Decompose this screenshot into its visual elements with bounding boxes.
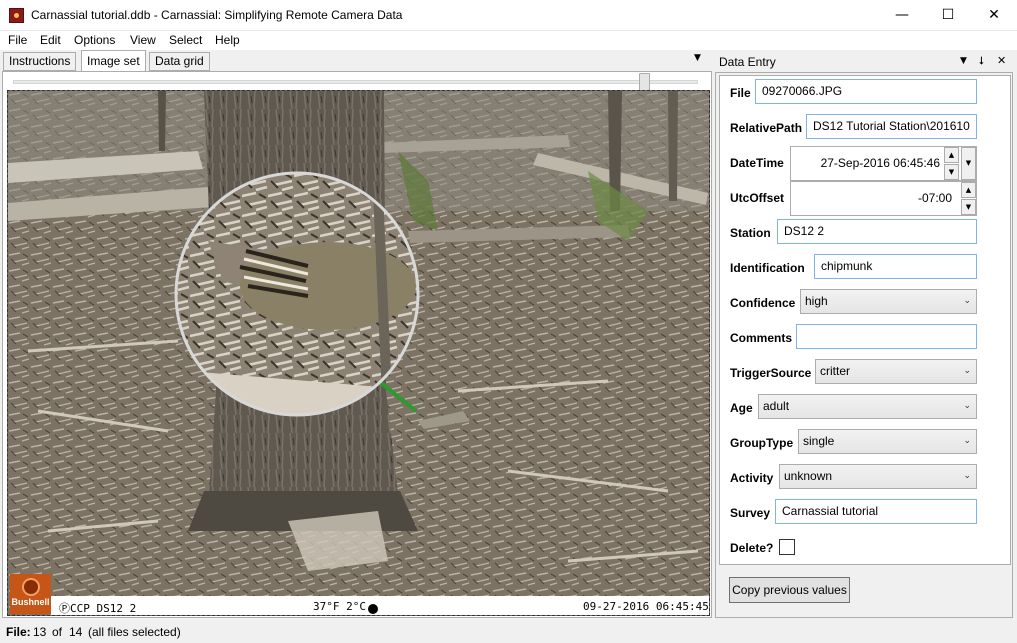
relative-path-label: RelativePath [730, 121, 803, 135]
data-entry-pane: File 09270066.JPG RelativePath DS12 Tuto… [715, 72, 1013, 618]
identification-field[interactable]: chipmunk [814, 254, 977, 279]
image-set-pane: Bushnell ⓅCCP DS12 2 37°F 2°C 09-27-2016… [2, 71, 712, 618]
tab-instructions[interactable]: Instructions [3, 52, 77, 71]
chevron-down-icon: ⌄ [963, 401, 971, 411]
data-entry-form: File 09270066.JPG RelativePath DS12 Tuto… [719, 75, 1011, 565]
confidence-label: Confidence [730, 296, 796, 310]
camera-id: ⓅCCP DS12 2 [59, 602, 137, 615]
chevron-down-icon: ⌄ [963, 366, 971, 376]
utc-offset-down-icon[interactable]: ▼ [961, 199, 976, 215]
camera-brand-logo: Bushnell [10, 574, 51, 614]
temperature: 37°F 2°C [313, 600, 378, 614]
copy-previous-values-button[interactable]: Copy previous values [729, 577, 850, 603]
data-entry-title: Data Entry [719, 55, 776, 69]
utc-offset-up-icon[interactable]: ▲ [961, 182, 976, 198]
station-label: Station [730, 226, 771, 240]
app-icon [9, 8, 24, 23]
menu-help[interactable]: Help [215, 33, 240, 47]
menu-bar: File Edit Options View Select Help [0, 31, 1017, 50]
title-bar: Carnassial tutorial.ddb - Carnassial: Si… [0, 0, 1017, 31]
camera-photo [8, 91, 709, 615]
status-current-file: 13 [33, 625, 47, 639]
age-label: Age [730, 401, 753, 415]
trigger-source-dropdown[interactable]: critter ⌄ [815, 359, 977, 384]
status-selection: (all files selected) [88, 625, 181, 639]
tab-data-grid[interactable]: Data grid [149, 52, 210, 71]
status-total-files: 14 [69, 625, 83, 639]
datetime-dropdown-icon[interactable]: ▼ [961, 147, 976, 180]
chevron-down-icon: ⌄ [963, 471, 971, 481]
relative-path-field[interactable]: DS12 Tutorial Station\201610 [806, 114, 977, 139]
chevron-down-icon: ⌄ [963, 436, 971, 446]
group-type-dropdown[interactable]: single ⌄ [798, 429, 977, 454]
age-dropdown[interactable]: adult ⌄ [758, 394, 977, 419]
chevron-down-icon: ⌄ [963, 296, 971, 306]
utc-offset-picker[interactable]: -07:00 ▲ ▼ [790, 181, 977, 216]
survey-field[interactable]: Carnassial tutorial [775, 499, 977, 524]
datetime-down-icon[interactable]: ▼ [944, 164, 959, 180]
datetime-picker[interactable]: 27-Sep-2016 06:45:46 ▲ ▼ ▼ [790, 146, 977, 181]
activity-label: Activity [730, 471, 774, 485]
comments-field[interactable] [796, 324, 977, 349]
utc-offset-label: UtcOffset [730, 191, 785, 205]
identification-label: Identification [730, 261, 805, 275]
confidence-dropdown[interactable]: high ⌄ [800, 289, 977, 314]
camera-image[interactable]: Bushnell ⓅCCP DS12 2 37°F 2°C 09-27-2016… [7, 90, 710, 616]
file-field[interactable]: 09270066.JPG [755, 79, 977, 104]
tab-image-set[interactable]: Image set [81, 50, 146, 72]
close-button[interactable]: ✕ [971, 0, 1017, 31]
menu-options[interactable]: Options [74, 33, 115, 47]
datetime-label: DateTime [730, 156, 784, 170]
panel-menu-icon[interactable]: ▼ [960, 56, 967, 66]
trigger-source-label: TriggerSource [730, 366, 812, 380]
data-entry-header: Data Entry ▼ ⭣ ✕ [715, 52, 1015, 72]
camera-timestamp: 09-27-2016 06:45:45 [583, 600, 709, 613]
menu-select[interactable]: Select [169, 33, 202, 47]
survey-label: Survey [730, 506, 771, 520]
delete-label: Delete? [730, 541, 774, 555]
minimize-button[interactable]: — [879, 0, 925, 31]
maximize-button[interactable]: ☐ [925, 0, 971, 31]
status-file-label: File: [6, 625, 31, 639]
window-title: Carnassial tutorial.ddb - Carnassial: Si… [31, 8, 403, 22]
station-field[interactable]: DS12 2 [777, 219, 977, 244]
camera-info-strip: ⓅCCP DS12 2 37°F 2°C 09-27-2016 06:45:45 [51, 596, 709, 615]
tabs-dropdown-icon[interactable]: ▼ [694, 53, 701, 63]
comments-label: Comments [730, 331, 793, 345]
menu-file[interactable]: File [8, 33, 27, 47]
group-type-label: GroupType [730, 436, 794, 450]
panel-close-icon[interactable]: ✕ [997, 54, 1006, 67]
status-of: of [52, 625, 63, 639]
file-label: File [730, 86, 751, 100]
activity-dropdown[interactable]: unknown ⌄ [779, 464, 977, 489]
delete-checkbox[interactable] [779, 539, 795, 555]
status-bar: File: 13 of 14 (all files selected) [0, 621, 1017, 643]
menu-edit[interactable]: Edit [40, 33, 61, 47]
tab-strip: Instructions Image set Data grid ▼ [0, 50, 713, 72]
menu-view[interactable]: View [130, 33, 156, 47]
datetime-up-icon[interactable]: ▲ [944, 147, 959, 163]
file-slider[interactable] [13, 73, 698, 92]
moon-phase-icon [367, 604, 378, 614]
pin-icon[interactable]: ⭣ [979, 54, 984, 68]
